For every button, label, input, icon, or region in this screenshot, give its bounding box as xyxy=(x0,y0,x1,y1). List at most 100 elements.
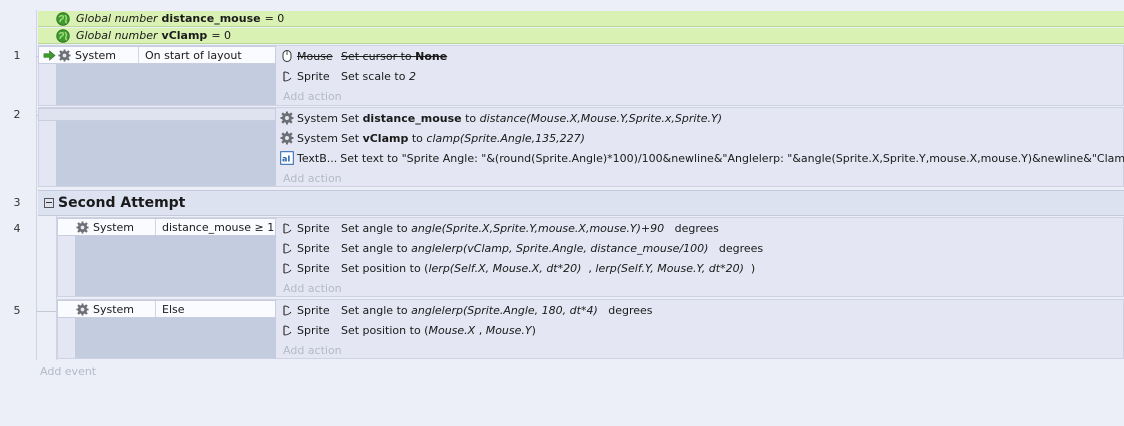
event-number: 2 xyxy=(13,108,21,121)
action-object-name: System xyxy=(296,131,338,145)
action-param: 2 xyxy=(408,69,416,83)
action-description: Set position to (lerp(Self.X, Mouse.X, d… xyxy=(338,262,755,275)
action-object[interactable]: Sprite xyxy=(280,323,338,337)
gear-icon xyxy=(280,131,294,145)
sprite-icon xyxy=(280,241,294,255)
action-row[interactable]: Sprite Set angle to anglelerp(vClamp, Sp… xyxy=(280,238,763,258)
action-description: Set distance_mouse to distance(Mouse.X,M… xyxy=(338,112,722,125)
action-param: lerp(Self.Y, Mouse.Y, dt*20) xyxy=(595,261,744,275)
action-row[interactable]: System Set distance_mouse to distance(Mo… xyxy=(280,108,722,128)
globe-icon xyxy=(56,29,70,43)
condition-row[interactable]: System On start of layout xyxy=(38,46,276,64)
collapse-icon[interactable] xyxy=(44,198,54,208)
action-param: None xyxy=(415,49,448,63)
action-description: Set vClamp to clamp(Sprite.Angle,135,227… xyxy=(338,132,585,145)
gear-icon xyxy=(58,49,71,62)
action-object[interactable]: Sprite xyxy=(280,261,338,275)
action-row[interactable]: Sprite Set position to (Mouse.X , Mouse.… xyxy=(280,320,536,340)
action-object[interactable]: Sprite xyxy=(280,241,338,255)
action-variable: distance_mouse xyxy=(362,111,462,125)
global-value: = 0 xyxy=(264,12,285,25)
action-row[interactable]: Mouse Set cursor to None xyxy=(280,46,447,66)
action-text: Set angle to xyxy=(341,241,412,255)
event-group-header[interactable]: Second Attempt xyxy=(38,190,1124,216)
global-variable-row[interactable]: Global number vClamp = 0 xyxy=(38,28,1124,44)
action-object[interactable]: System xyxy=(280,131,338,145)
condition-row[interactable]: System distance_mouse ≥ 1 xyxy=(57,218,276,236)
action-description: Set angle to anglelerp(vClamp, Sprite.An… xyxy=(338,242,763,255)
action-text: ) xyxy=(531,323,536,337)
add-action-link[interactable]: Add action xyxy=(283,172,342,185)
global-keyword: Global number xyxy=(76,29,158,42)
condition-text: On start of layout xyxy=(145,48,242,62)
action-param: clamp(Sprite.Angle,135,227) xyxy=(426,131,585,145)
action-text: Set position to ( xyxy=(341,323,429,337)
action-object[interactable]: TextB... xyxy=(280,151,337,165)
action-text: , xyxy=(581,261,596,275)
action-description: Set cursor to None xyxy=(338,50,447,63)
action-text: to xyxy=(461,111,480,125)
add-action-link[interactable]: Add action xyxy=(283,90,342,103)
action-text: degrees xyxy=(664,221,719,235)
action-text: Set xyxy=(341,131,363,145)
sprite-icon xyxy=(280,261,294,275)
action-row[interactable]: Sprite Set position to (lerp(Self.X, Mou… xyxy=(280,258,755,278)
action-description: Set text to "Sprite Angle: "&(round(Spri… xyxy=(340,151,1124,165)
event-number: 5 xyxy=(13,304,21,317)
add-event-link[interactable]: Add event xyxy=(40,365,96,378)
action-row[interactable]: Sprite Set angle to angle(Sprite.X,Sprit… xyxy=(280,218,719,238)
action-text: ) xyxy=(743,261,756,275)
global-name: distance_mouse xyxy=(161,12,261,25)
condition-object[interactable]: System xyxy=(58,301,156,317)
gutter-line xyxy=(36,10,37,360)
mouse-icon xyxy=(280,49,294,63)
condition-object-name: System xyxy=(75,48,117,62)
action-param: anglelerp(Sprite.Angle, 180, dt*4) xyxy=(411,303,598,317)
action-object[interactable]: Mouse xyxy=(280,49,338,63)
textbox-icon xyxy=(280,151,294,165)
action-object[interactable]: Sprite xyxy=(280,303,338,317)
condition-row[interactable]: System Else xyxy=(57,300,276,318)
action-description: Set position to (Mouse.X , Mouse.Y) xyxy=(338,324,536,337)
condition-row-empty[interactable] xyxy=(38,108,276,121)
gear-icon xyxy=(280,111,294,125)
condition-text: Else xyxy=(162,302,185,316)
action-row[interactable]: System Set vClamp to clamp(Sprite.Angle,… xyxy=(280,128,585,148)
gear-icon xyxy=(76,303,89,316)
action-variable: vClamp xyxy=(362,131,409,145)
event-number: 3 xyxy=(13,196,21,209)
sprite-icon xyxy=(280,221,294,235)
condition-object[interactable]: System xyxy=(39,47,139,63)
action-description: Set scale to 2 xyxy=(338,70,416,83)
action-object-name: Sprite xyxy=(297,221,330,235)
action-object-name: System xyxy=(296,111,338,125)
event-separator xyxy=(36,311,56,312)
sprite-icon xyxy=(280,69,294,83)
condition-text: distance_mouse ≥ 1 xyxy=(162,220,275,234)
action-param: Mouse.Y xyxy=(485,323,532,337)
global-variable-row[interactable]: Global number distance_mouse = 0 xyxy=(38,11,1124,27)
add-action-link[interactable]: Add action xyxy=(283,282,342,295)
event-number: 4 xyxy=(13,222,21,235)
action-object-name: Sprite xyxy=(297,69,330,83)
action-row[interactable]: Sprite Set scale to 2 xyxy=(280,66,416,86)
add-action-link[interactable]: Add action xyxy=(283,344,342,357)
action-object[interactable]: Sprite xyxy=(280,69,338,83)
action-text: Set angle to xyxy=(341,303,412,317)
action-row[interactable]: Sprite Set angle to anglelerp(Sprite.Ang… xyxy=(280,300,653,320)
action-object[interactable]: Sprite xyxy=(280,221,338,235)
action-row[interactable]: TextB... Set text to "Sprite Angle: "&(r… xyxy=(280,148,1124,168)
gear-icon xyxy=(76,221,89,234)
action-description: Set angle to angle(Sprite.X,Sprite.Y,mou… xyxy=(338,222,719,235)
action-param: Mouse.X xyxy=(428,323,476,337)
action-object-name: Sprite xyxy=(297,261,330,275)
global-name: vClamp xyxy=(161,29,208,42)
global-keyword: Global number xyxy=(76,12,158,25)
condition-object[interactable]: System xyxy=(58,219,156,235)
action-text: degrees xyxy=(597,303,653,317)
action-text: Set cursor to xyxy=(341,49,416,63)
action-object-name: Mouse xyxy=(297,49,333,63)
action-object-name: Sprite xyxy=(297,303,330,317)
action-param: distance(Mouse.X,Mouse.Y,Sprite.x,Sprite… xyxy=(479,111,723,125)
action-object[interactable]: System xyxy=(280,111,338,125)
